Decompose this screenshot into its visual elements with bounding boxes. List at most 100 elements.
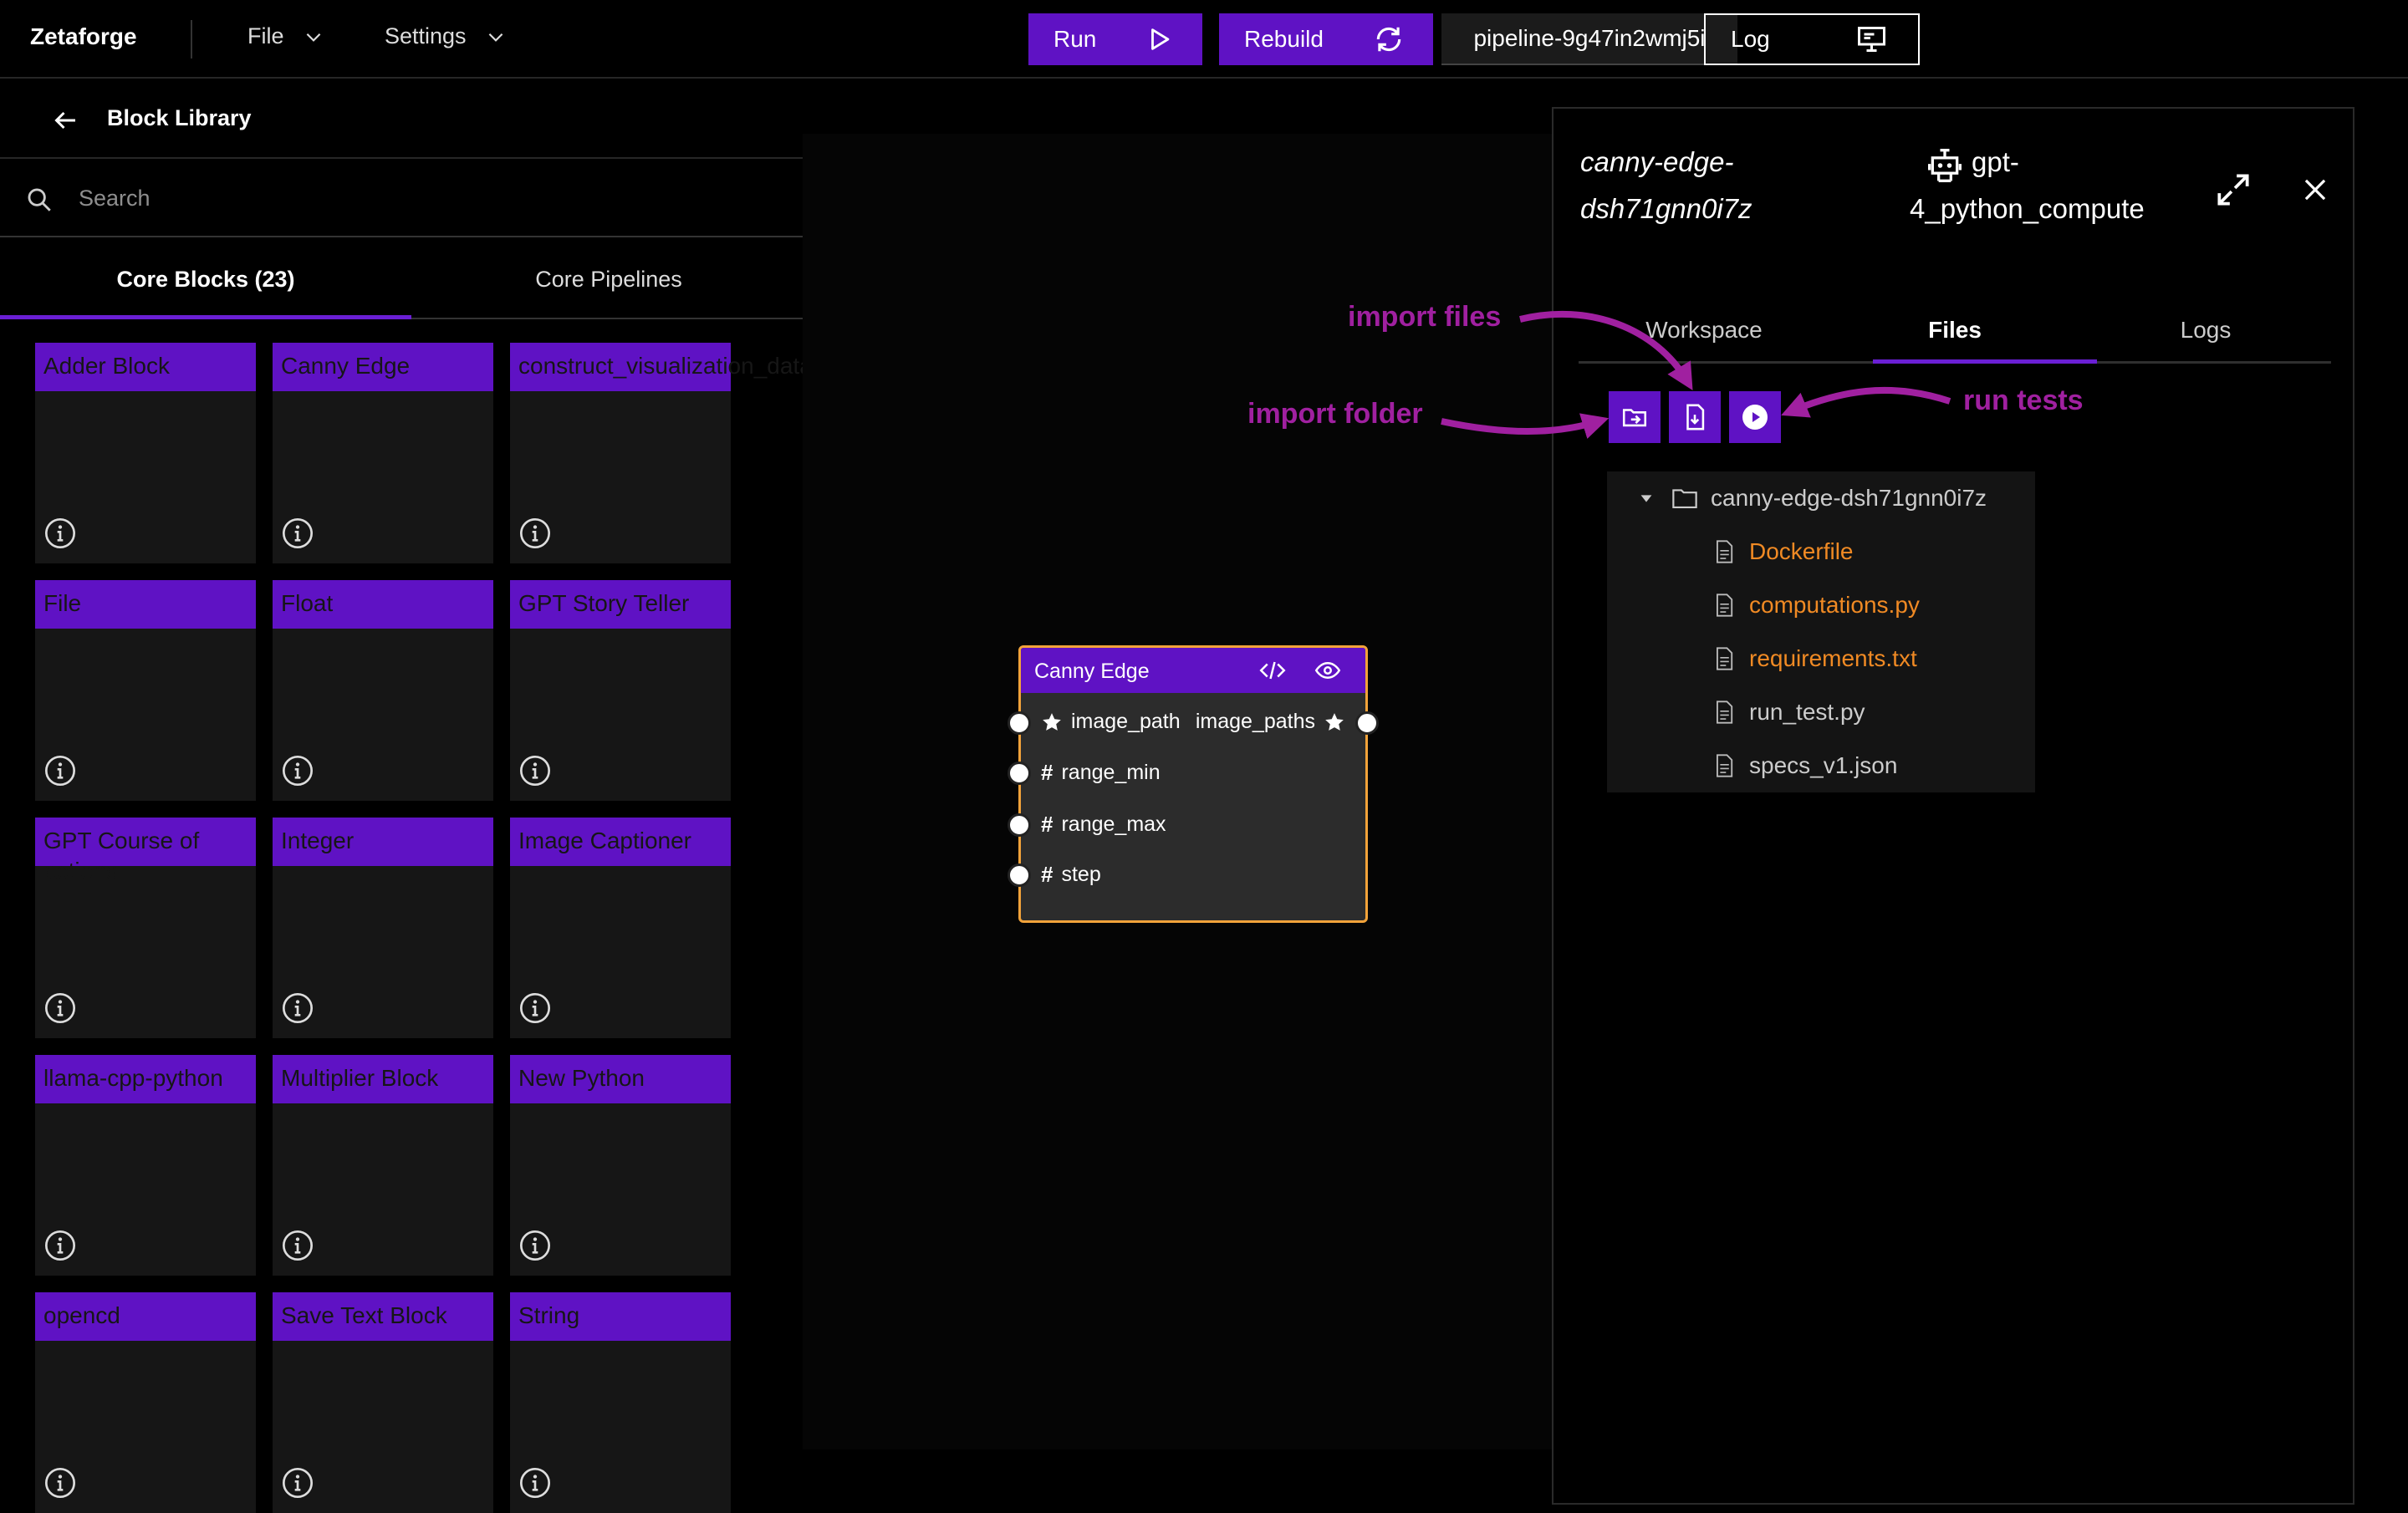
input-port-name: range_max [1061, 813, 1166, 836]
block-model: gpt- 4_python_compute [1910, 139, 2145, 232]
info-icon[interactable] [518, 1229, 552, 1262]
file-icon [1717, 647, 1733, 670]
rebuild-button[interactable]: Rebuild [1219, 13, 1433, 65]
block-card[interactable]: Float [273, 580, 493, 801]
info-icon[interactable] [43, 1229, 77, 1262]
tab-logs[interactable]: Logs [2080, 296, 2331, 364]
close-icon[interactable] [2299, 174, 2331, 206]
chevron-down-icon [488, 33, 503, 42]
tab-files[interactable]: Files [1829, 296, 2080, 364]
info-icon[interactable] [518, 754, 552, 787]
block-id: canny-edge- dsh71gnn0i7z [1580, 139, 1752, 232]
block-card[interactable]: GPT Story Teller [510, 580, 731, 801]
import-files-button[interactable] [1669, 391, 1721, 443]
info-icon[interactable] [281, 1229, 314, 1262]
file-row[interactable]: Dockerfile [1607, 525, 2035, 578]
log-button[interactable]: Log [1704, 13, 1920, 65]
block-card[interactable]: Multiplier Block [273, 1055, 493, 1276]
log-button-label: Log [1731, 26, 1770, 52]
app-brand: Zetaforge [30, 23, 137, 49]
block-id-line1: canny-edge- [1580, 146, 1734, 177]
block-card[interactable]: Save Text Block [273, 1292, 493, 1513]
info-icon[interactable] [281, 991, 314, 1025]
menu-settings[interactable]: Settings [385, 23, 507, 49]
block-card[interactable]: GPT Course of actions [35, 818, 256, 1038]
block-card-name: Float [281, 590, 334, 616]
input-port[interactable] [1008, 813, 1031, 837]
block-card[interactable]: String [510, 1292, 731, 1513]
file-row[interactable]: run_test.py [1607, 685, 2035, 739]
block-card[interactable]: llama-cpp-python [35, 1055, 256, 1276]
file-row[interactable]: specs_v1.json [1607, 739, 2035, 792]
menu-file[interactable]: File [247, 23, 324, 49]
input-port[interactable] [1008, 711, 1031, 735]
info-icon[interactable] [281, 517, 314, 550]
block-card[interactable]: construct_visualization_data [510, 343, 813, 563]
block-card-name: New Python [518, 1065, 645, 1091]
info-icon[interactable] [43, 754, 77, 787]
input-port-name: image_path [1071, 710, 1181, 733]
file-row[interactable]: computations.py [1607, 578, 2035, 632]
caret-down-icon[interactable] [1637, 489, 1656, 507]
expand-icon[interactable] [2212, 169, 2254, 211]
file-import-icon [1686, 404, 1705, 430]
output-port-name: image_paths [1195, 710, 1315, 733]
block-card[interactable]: Image Captioner [510, 818, 731, 1038]
info-icon[interactable] [43, 1466, 77, 1500]
search-icon [28, 188, 51, 211]
info-icon[interactable] [43, 517, 77, 550]
info-icon[interactable] [281, 1466, 314, 1500]
block-card[interactable]: File [35, 580, 256, 801]
tree-folder-row[interactable]: canny-edge-dsh71gnn0i7z [1607, 471, 2035, 525]
folder-name: canny-edge-dsh71gnn0i7z [1711, 485, 1987, 511]
model-line1: gpt- [1972, 146, 2019, 177]
block-card-name: String [518, 1302, 580, 1328]
output-port[interactable] [1355, 711, 1379, 735]
tab-core-pipelines[interactable]: Core Pipelines [403, 239, 814, 319]
info-icon[interactable] [518, 991, 552, 1025]
eye-icon[interactable] [1314, 658, 1342, 683]
search-input[interactable]: Search [79, 186, 150, 211]
info-icon[interactable] [518, 1466, 552, 1500]
file-row[interactable]: requirements.txt [1607, 632, 2035, 685]
block-card[interactable]: Adder Block [35, 343, 256, 563]
code-icon[interactable] [1258, 658, 1287, 683]
hash-icon: # [1041, 760, 1054, 785]
block-node-canny-edge[interactable]: Canny Edge image_path # range_min # range_ma… [1008, 645, 1379, 923]
file-name: specs_v1.json [1749, 752, 1898, 778]
pipeline-name-field[interactable]: pipeline-9g47in2wmj5i [1441, 13, 1737, 65]
block-card[interactable]: Integer [273, 818, 493, 1038]
info-icon[interactable] [281, 754, 314, 787]
panel-tabs: Workspace Files Logs [1579, 296, 2331, 364]
divider [191, 20, 192, 59]
run-tests-button[interactable] [1729, 391, 1781, 443]
block-card[interactable]: Canny Edge [273, 343, 493, 563]
input-port[interactable] [1008, 863, 1031, 887]
annotation-import-files: import files [1348, 301, 1502, 333]
info-icon[interactable] [43, 991, 77, 1025]
block-card[interactable]: New Python [510, 1055, 731, 1276]
file-icon [1717, 754, 1733, 777]
input-port[interactable] [1008, 762, 1031, 785]
block-card-name: File [43, 590, 82, 616]
tab-active-indicator [0, 315, 411, 319]
block-card-name: llama-cpp-python [43, 1065, 223, 1091]
block-card-name: Save Text Block [281, 1302, 447, 1328]
library-search[interactable]: Search [0, 160, 803, 237]
arrow-left-icon[interactable] [50, 105, 80, 135]
run-button[interactable]: Run [1028, 13, 1202, 65]
block-card-name: Integer [281, 828, 355, 853]
import-folder-button[interactable] [1609, 391, 1661, 443]
info-icon[interactable] [518, 517, 552, 550]
block-card-name: Image Captioner [518, 828, 692, 853]
library-header: Block Library [0, 80, 803, 159]
input-port-label: # step [1041, 862, 1101, 888]
tab-workspace[interactable]: Workspace [1579, 296, 1829, 364]
block-editor-panel: canny-edge- dsh71gnn0i7z gpt- 4_python_c… [1552, 107, 2354, 1505]
folder-import-icon [1622, 409, 1647, 427]
block-card-name: construct_visualization_data [518, 353, 813, 379]
tab-core-blocks[interactable]: Core Blocks (23) [0, 239, 411, 319]
menu-file-label: File [247, 23, 284, 48]
node-header: Canny Edge [1021, 648, 1365, 693]
block-card[interactable]: opencd [35, 1292, 256, 1513]
